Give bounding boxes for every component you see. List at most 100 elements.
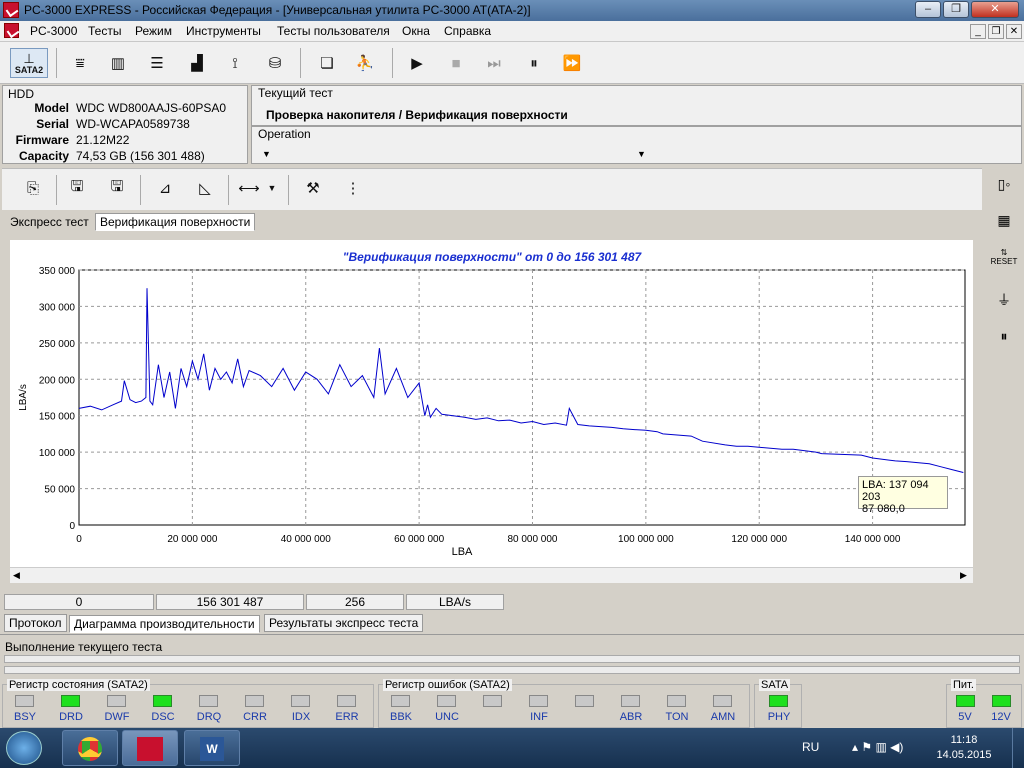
- operation-dropdown-icon-2[interactable]: ▼: [637, 149, 646, 159]
- operation-dropdown-icon[interactable]: ▼: [262, 149, 271, 159]
- close-button[interactable]: ✕: [971, 1, 1019, 18]
- y-tick-label: 200 000: [39, 375, 76, 386]
- scroll-right-icon[interactable]: ▶: [960, 570, 967, 581]
- chart-rise-icon[interactable]: ⊿: [150, 173, 180, 203]
- x-tick-label: 140 000 000: [845, 534, 901, 545]
- step-icon[interactable]: ⏭: [479, 48, 509, 78]
- language-indicator[interactable]: RU: [802, 740, 819, 754]
- sata-title: SATA: [759, 679, 791, 691]
- chart-fall-icon[interactable]: ◺: [190, 173, 220, 203]
- drive-power-icon[interactable]: ▯◦: [990, 176, 1018, 200]
- x-tick-label: 40 000 000: [281, 534, 331, 545]
- mdi-close-button[interactable]: ✕: [1006, 24, 1022, 39]
- start-button[interactable]: [6, 731, 42, 765]
- 12v-label: 12V: [991, 711, 1011, 723]
- disk-tool-icon[interactable]: ⛁: [260, 48, 290, 78]
- play-icon[interactable]: ▶: [402, 48, 432, 78]
- pause-icon[interactable]: ⏸: [519, 48, 549, 78]
- sata-connector-icon: ⊥: [23, 50, 35, 66]
- status-register-group: Регистр состояния (SATA2) BSY DRD DWF DSC DR…: [2, 679, 374, 728]
- app-icon[interactable]: [3, 2, 19, 18]
- fast-forward-icon[interactable]: ⏩: [557, 48, 587, 78]
- run-man-icon[interactable]: ⛹: [350, 48, 380, 78]
- x-tick-label: 80 000 000: [507, 534, 557, 545]
- phy-label: PHY: [767, 711, 791, 723]
- chart-horizontal-scrollbar[interactable]: ◀ ▶: [10, 567, 973, 583]
- menu-windows[interactable]: Окна: [402, 24, 430, 38]
- x-axis-label: LBA: [452, 546, 473, 558]
- status-led-drq: [199, 695, 218, 707]
- status-label-drd: DRD: [59, 711, 83, 723]
- y-tick-label: 350 000: [39, 266, 76, 277]
- status-led-bsy: [15, 695, 34, 707]
- current-test-panel: Текущий тест Проверка накопителя / Вериф…: [251, 85, 1022, 126]
- progress-label: Выполнение текущего теста: [5, 640, 163, 654]
- menu-tests[interactable]: Тесты: [88, 24, 121, 38]
- restore-button[interactable]: ❐: [943, 1, 969, 18]
- error-label-amn: AMN: [710, 711, 736, 723]
- error-label-abr: ABR: [619, 711, 643, 723]
- status-led-idx: [291, 695, 310, 707]
- transfer-icon[interactable]: ⟟: [220, 48, 250, 78]
- range-icon[interactable]: ⟷: [234, 173, 264, 203]
- scroll-left-icon[interactable]: ◀: [13, 570, 20, 581]
- clock-date[interactable]: 14.05.2015: [932, 749, 996, 761]
- menu-tools[interactable]: Инструменты: [186, 24, 261, 38]
- error-label-bbk: BBK: [389, 711, 412, 723]
- tab-express-test[interactable]: Экспресс тест: [6, 214, 93, 232]
- toolbar-separator: [140, 175, 141, 205]
- status-label-dsc: DSC: [151, 711, 175, 723]
- menu-bar: PC-3000 Тесты Режим Инструменты Тесты по…: [0, 21, 1024, 42]
- open-icon[interactable]: ⎘: [18, 173, 48, 203]
- mdi-minimize-button[interactable]: _: [970, 24, 986, 39]
- taskbar-word[interactable]: W: [184, 730, 240, 766]
- tree-icon[interactable]: ⋮: [338, 173, 368, 203]
- sata2-mode-button[interactable]: ⊥ SATA2: [10, 48, 48, 78]
- minimize-button[interactable]: –: [915, 1, 941, 18]
- tray-icons[interactable]: ▴ ⚑ ▥ ◀): [852, 740, 903, 754]
- sata2-label: SATA2: [14, 64, 44, 75]
- menu-pc3000[interactable]: PC-3000: [30, 24, 77, 38]
- plot-area: [78, 269, 966, 526]
- stop-icon[interactable]: ■: [441, 48, 471, 78]
- test-toolbar: ⎘ 🖫 🖫 ⊿ ◺ ⟷ ▼ ⚒ ⋮: [2, 168, 982, 210]
- x-tick-label: 100 000 000: [618, 534, 674, 545]
- error-led-bbk: [391, 695, 410, 707]
- status-led-drd: [61, 695, 80, 707]
- tooltip-value: 87 080,0: [862, 503, 905, 515]
- menu-user-tests[interactable]: Тесты пользователя: [277, 24, 390, 38]
- toolbar-separator: [392, 48, 393, 78]
- status-label-crr: CRR: [243, 711, 267, 723]
- tab-express-results[interactable]: Результаты экспресс теста: [264, 614, 424, 632]
- taskbar-chrome[interactable]: [62, 730, 118, 766]
- save-icon[interactable]: 🖫: [62, 173, 92, 203]
- tab-performance-diagram[interactable]: Диаграмма производительности: [69, 615, 260, 633]
- drive-ids-icon[interactable]: ⩸: [65, 48, 95, 78]
- chip-icon[interactable]: ▥: [103, 48, 133, 78]
- tab-protocol[interactable]: Протокол: [4, 614, 67, 632]
- mdi-restore-button[interactable]: ❐: [988, 24, 1004, 39]
- board-icon[interactable]: ▦: [990, 212, 1018, 236]
- clock-time[interactable]: 11:18: [932, 734, 996, 746]
- tools-icon[interactable]: ⚒: [298, 173, 328, 203]
- x-tick-label: 0: [76, 534, 82, 545]
- show-desktop-button[interactable]: [1012, 728, 1024, 768]
- menu-help[interactable]: Справка: [444, 24, 491, 38]
- relay-icon[interactable]: ⏚: [990, 290, 1018, 314]
- list-icon[interactable]: ☰: [142, 48, 172, 78]
- taskbar-pc3000[interactable]: [122, 730, 178, 766]
- tab-surface-verification[interactable]: Верификация поверхности: [95, 213, 256, 231]
- power-group: Пит. 5V 12V: [946, 679, 1022, 728]
- serial-label: Serial: [36, 117, 69, 131]
- reset-icon[interactable]: ⇅ RESET: [990, 248, 1018, 272]
- menu-mode[interactable]: Режим: [135, 24, 172, 38]
- save-as-icon[interactable]: 🖫: [102, 173, 132, 203]
- progress-bar: [4, 655, 1020, 663]
- windows-icon[interactable]: ❏: [312, 48, 342, 78]
- range-dropdown-icon[interactable]: ▼: [264, 173, 280, 203]
- progress-bar-secondary: [4, 666, 1020, 674]
- mdi-app-icon[interactable]: [4, 23, 19, 38]
- bar-chart-icon[interactable]: ▟: [182, 48, 212, 78]
- error-label-ton: TON: [665, 711, 689, 723]
- side-pause-icon[interactable]: ⏸: [990, 328, 1018, 352]
